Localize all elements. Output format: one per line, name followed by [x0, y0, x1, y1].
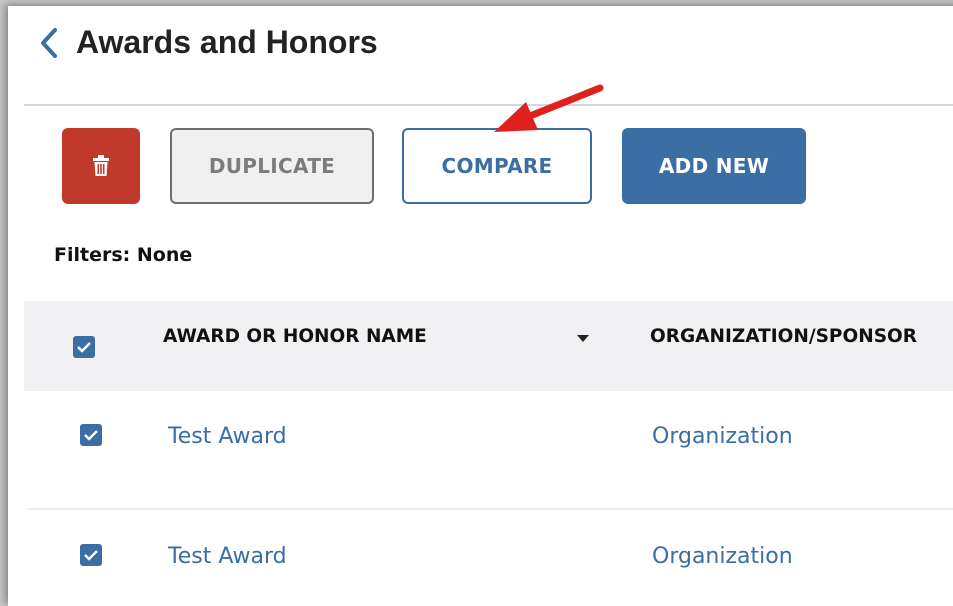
- organization-link[interactable]: Organization: [652, 424, 793, 449]
- add-new-button[interactable]: ADD NEW: [622, 128, 806, 204]
- select-all-checkbox[interactable]: [73, 336, 95, 358]
- page-header: Awards and Honors: [38, 24, 378, 61]
- sort-caret-down-icon[interactable]: [577, 335, 589, 342]
- organization-link[interactable]: Organization: [652, 544, 793, 569]
- checkmark-icon: [84, 550, 98, 561]
- row-checkbox[interactable]: [80, 544, 102, 566]
- back-button[interactable]: [38, 25, 72, 61]
- award-name-link[interactable]: Test Award: [168, 544, 287, 569]
- annotation-arrow-icon: [494, 84, 604, 132]
- row-divider: [28, 508, 953, 510]
- checkmark-icon: [84, 430, 98, 441]
- filters-label: Filters: None: [54, 244, 193, 266]
- row-checkbox[interactable]: [80, 424, 102, 446]
- duplicate-button[interactable]: DUPLICATE: [170, 128, 374, 204]
- column-header-award-name[interactable]: AWARD OR HONOR NAME: [163, 326, 427, 347]
- checkmark-icon: [77, 342, 91, 353]
- trash-icon: [93, 155, 109, 176]
- chevron-left-icon: [41, 27, 57, 58]
- award-name-link[interactable]: Test Award: [168, 424, 287, 449]
- column-header-organization[interactable]: ORGANIZATION/SPONSOR: [650, 326, 917, 347]
- delete-button[interactable]: [62, 128, 140, 204]
- page-title: Awards and Honors: [76, 24, 378, 60]
